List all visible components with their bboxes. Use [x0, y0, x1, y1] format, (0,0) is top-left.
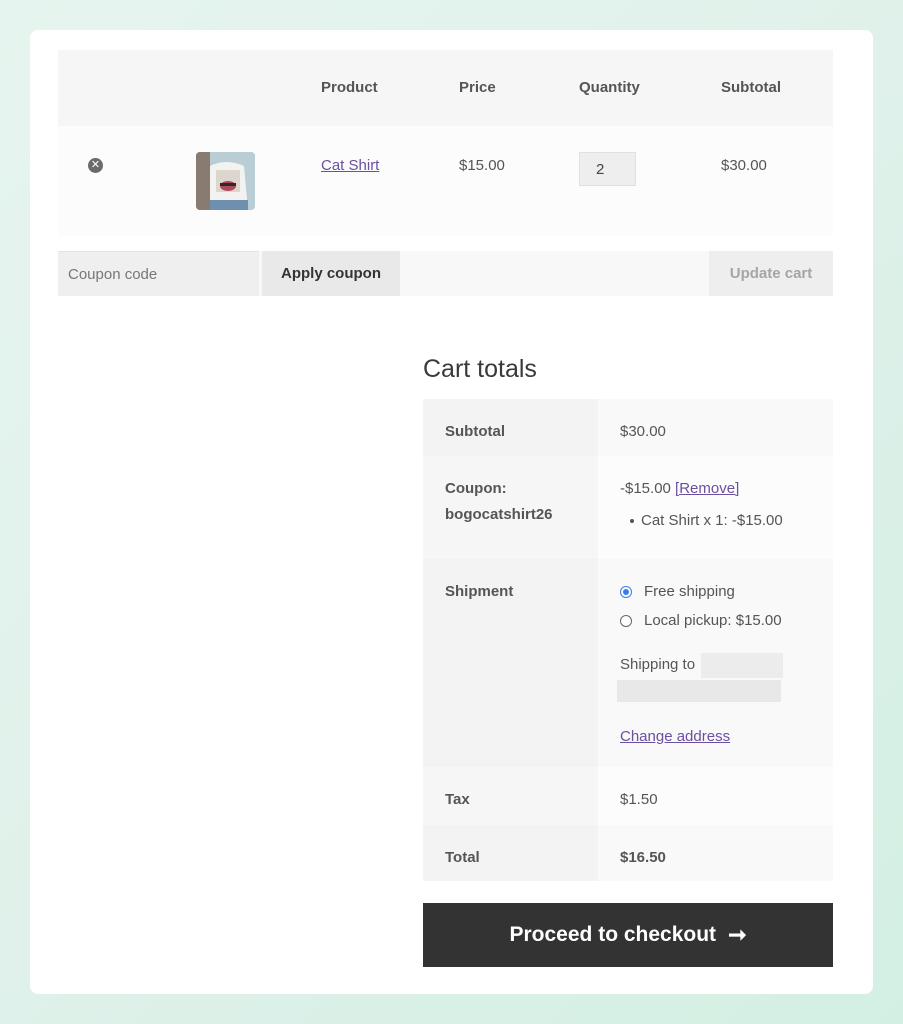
remove-coupon-link[interactable]: [Remove]	[675, 480, 739, 497]
apply-coupon-button[interactable]: Apply coupon	[262, 251, 400, 296]
local-pickup-label: Local pickup: $15.00	[644, 612, 782, 629]
remove-item-icon[interactable]: ✕	[88, 158, 103, 173]
item-price: $15.00	[459, 157, 505, 174]
subtotal-label: Subtotal	[423, 399, 598, 456]
shipment-label: Shipment	[423, 559, 598, 767]
cart-card: Product Price Quantity Subtotal ✕ Cat Sh…	[30, 30, 873, 994]
total-value: $16.50	[598, 825, 833, 881]
redacted-address-line-2	[617, 680, 781, 702]
item-subtotal: $30.00	[721, 157, 767, 174]
radio-free-shipping[interactable]	[620, 586, 632, 598]
bullet-icon	[630, 519, 634, 523]
coupon-discount: -$15.00	[620, 480, 671, 497]
totals-subtotal-row: Subtotal $30.00	[423, 399, 833, 456]
cart-totals-table: Subtotal $30.00 Coupon: bogocatshirt26 -…	[423, 399, 833, 881]
shipping-option-pickup[interactable]: Local pickup: $15.00	[620, 608, 833, 634]
tax-label: Tax	[423, 767, 598, 825]
cart-table-header: Product Price Quantity Subtotal	[58, 50, 833, 126]
shipment-options: Free shipping Local pickup: $15.00 Shipp…	[598, 559, 833, 767]
header-price: Price	[459, 79, 496, 96]
update-cart-button[interactable]: Update cart	[709, 251, 833, 296]
arrow-right-icon: ➞	[728, 922, 747, 947]
totals-total-row: Total $16.50	[423, 825, 833, 881]
totals-tax-row: Tax $1.50	[423, 767, 833, 825]
product-link[interactable]: Cat Shirt	[321, 157, 379, 174]
shipping-to-label: Shipping to	[620, 656, 696, 673]
header-subtotal: Subtotal	[721, 79, 781, 96]
coupon-value-cell: -$15.00 [Remove] Cat Shirt x 1: -$15.00	[598, 456, 833, 559]
cart-actions: Apply coupon Update cart	[58, 251, 833, 296]
total-label: Total	[423, 825, 598, 881]
totals-coupon-row: Coupon: bogocatshirt26 -$15.00 [Remove] …	[423, 456, 833, 559]
proceed-to-checkout-button[interactable]: Proceed to checkout ➞	[423, 903, 833, 967]
list-item: Cat Shirt x 1: -$15.00	[630, 508, 833, 534]
cart-totals-title: Cart totals	[423, 355, 537, 383]
change-address-link[interactable]: Change address	[620, 728, 730, 745]
quantity-input[interactable]	[579, 152, 636, 186]
radio-local-pickup[interactable]	[620, 615, 632, 627]
shipping-option-free[interactable]: Free shipping	[620, 579, 833, 605]
product-thumbnail[interactable]	[196, 152, 255, 210]
totals-shipment-row: Shipment Free shipping Local pickup: $15…	[423, 559, 833, 767]
coupon-item-text: Cat Shirt x 1: -$15.00	[641, 512, 783, 529]
free-shipping-label: Free shipping	[644, 583, 735, 600]
subtotal-value: $30.00	[598, 399, 833, 456]
coupon-code-input[interactable]	[58, 251, 259, 296]
tax-value: $1.50	[598, 767, 833, 825]
header-product: Product	[321, 79, 378, 96]
checkout-label: Proceed to checkout	[509, 923, 717, 946]
header-quantity: Quantity	[579, 79, 640, 96]
coupon-label-text: Coupon:	[445, 480, 507, 497]
shipping-to: Shipping to	[617, 652, 833, 702]
coupon-label: Coupon: bogocatshirt26	[423, 456, 598, 559]
redacted-address-line-1	[701, 652, 784, 678]
table-row: ✕ Cat Shirt $15.00 $30.00	[58, 126, 833, 236]
coupon-code: bogocatshirt26	[445, 506, 553, 523]
